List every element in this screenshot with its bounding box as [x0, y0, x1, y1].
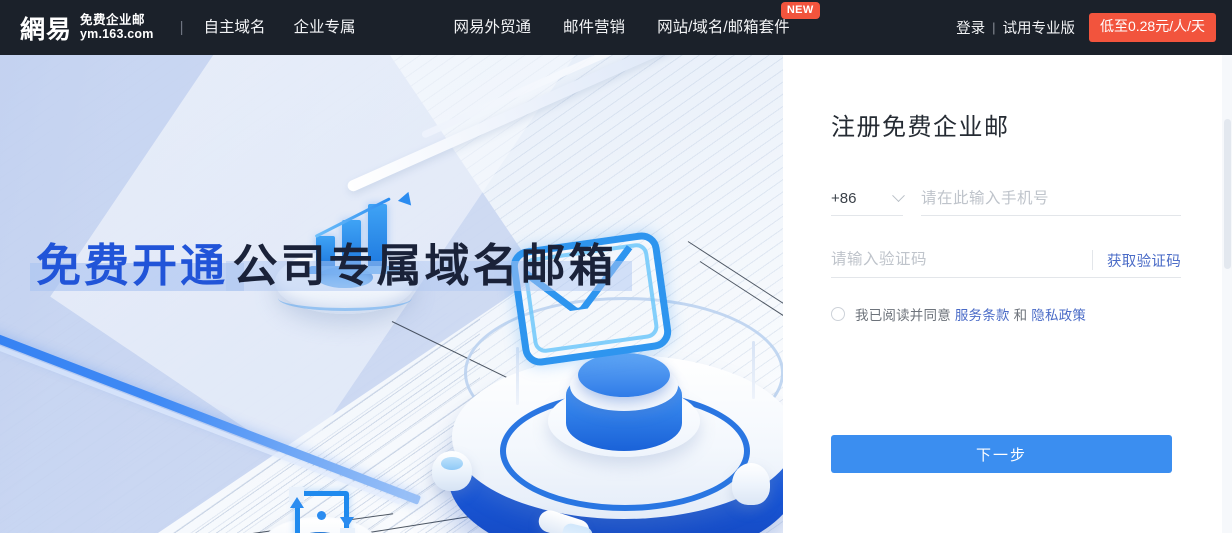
brand-subtitle-domain: ym.163.com [80, 27, 154, 41]
hero-mini-cylinder [432, 451, 472, 491]
brand-logo-text: 網易 [20, 15, 73, 44]
navbar-right-group: 登录 | 试用专业版 低至0.28元/人/天 [956, 0, 1216, 55]
photo-icon-corner-cut [340, 528, 355, 533]
navbar-divider: | [179, 19, 184, 36]
navbar-primary-group: 自主域名 企业专属 [204, 0, 384, 55]
registration-form: 注册免费企业邮 +86 获取验证码 我已阅读并同意 服务条款 和 [831, 55, 1181, 324]
navbar-secondary-group: 网易外贸通 邮件营销 网站/域名/邮箱套件 NEW [454, 0, 822, 55]
new-badge: NEW [780, 2, 820, 20]
privacy-policy-link[interactable]: 隐私政策 [1031, 308, 1086, 323]
agreement-checkbox[interactable] [831, 307, 845, 321]
agreement-conjunction: 和 [1013, 308, 1028, 323]
hero-antenna-left [516, 347, 519, 405]
nav-item-enterprise-exclusive[interactable]: 企业专属 [294, 0, 356, 55]
brand-subtitle: 免费企业邮 ym.163.com [80, 13, 154, 42]
brand-subtitle-top: 免费企业邮 [80, 13, 146, 27]
page-scrollbar-track[interactable] [1222, 55, 1232, 533]
photo-icon-arrow [340, 517, 354, 528]
photo-icon-arrow [290, 497, 304, 508]
hero-headline-line1: 免费开通 [36, 239, 229, 292]
phone-field-row: +86 [831, 182, 1181, 216]
hero-mini-cylinder-right [732, 463, 770, 505]
hero-headline-line2-wrap: 公司专属域名邮箱 [226, 238, 633, 294]
nav-item-own-domain[interactable]: 自主域名 [204, 0, 266, 55]
nav-item-foreign-trade[interactable]: 网易外贸通 [454, 0, 532, 55]
login-link[interactable]: 登录 [956, 17, 985, 38]
verification-code-input[interactable] [831, 243, 1092, 277]
hero-headline: 免费开通 公司专属域名邮箱 [30, 230, 633, 294]
top-navigation-bar: 網易 免费企业邮 ym.163.com | 自主域名 企业专属 网易外贸通 邮件… [0, 0, 1232, 55]
phone-input[interactable] [921, 182, 1181, 216]
form-title: 注册免费企业邮 [831, 114, 1010, 141]
agreement-row: 我已阅读并同意 服务条款 和 隐私政策 [831, 304, 1181, 324]
hero-core-blue-button [578, 353, 670, 397]
brand-logo[interactable]: 網易 免费企业邮 ym.163.com [20, 13, 154, 42]
page-root: 網易 免费企业邮 ym.163.com | 自主域名 企业专属 网易外贸通 邮件… [0, 0, 1232, 533]
photo-icon [289, 487, 355, 533]
hero-headline-line1-wrap: 免费开通 [30, 239, 245, 294]
terms-of-service-link[interactable]: 服务条款 [955, 308, 1010, 323]
chevron-down-icon [892, 189, 905, 203]
nav-item-website-domain-mail-suite-label: 网站/域名/邮箱套件 [657, 19, 790, 36]
verification-code-field-row: 获取验证码 [831, 242, 1181, 278]
agreement-prefix: 我已阅读并同意 [855, 308, 951, 323]
country-code-value: +86 [831, 190, 857, 207]
navbar-right-divider: | [992, 20, 996, 35]
hero-antenna-right [752, 341, 755, 399]
hero-headline-line2: 公司专属域名邮箱 [232, 239, 617, 292]
agreement-text: 我已阅读并同意 服务条款 和 隐私政策 [855, 304, 1086, 324]
photo-icon-dot [317, 511, 326, 520]
page-scrollbar-thumb[interactable] [1224, 119, 1231, 269]
country-code-select[interactable]: +86 [831, 182, 905, 216]
registration-form-panel: 注册免费企业邮 +86 获取验证码 我已阅读并同意 服务条款 和 [783, 55, 1232, 533]
get-verification-code-button[interactable]: 获取验证码 [1107, 250, 1181, 277]
nav-item-email-marketing[interactable]: 邮件营销 [563, 0, 625, 55]
verification-code-divider [1092, 250, 1093, 270]
trial-pro-link[interactable]: 试用专业版 [1002, 17, 1075, 38]
price-promo-badge[interactable]: 低至0.28元/人/天 [1088, 13, 1216, 42]
next-step-button[interactable]: 下一步 [831, 435, 1172, 473]
hero-illustration-panel: 免费开通 公司专属域名邮箱 [0, 55, 783, 533]
nav-item-website-domain-mail-suite[interactable]: 网站/域名/邮箱套件 NEW [657, 0, 820, 55]
